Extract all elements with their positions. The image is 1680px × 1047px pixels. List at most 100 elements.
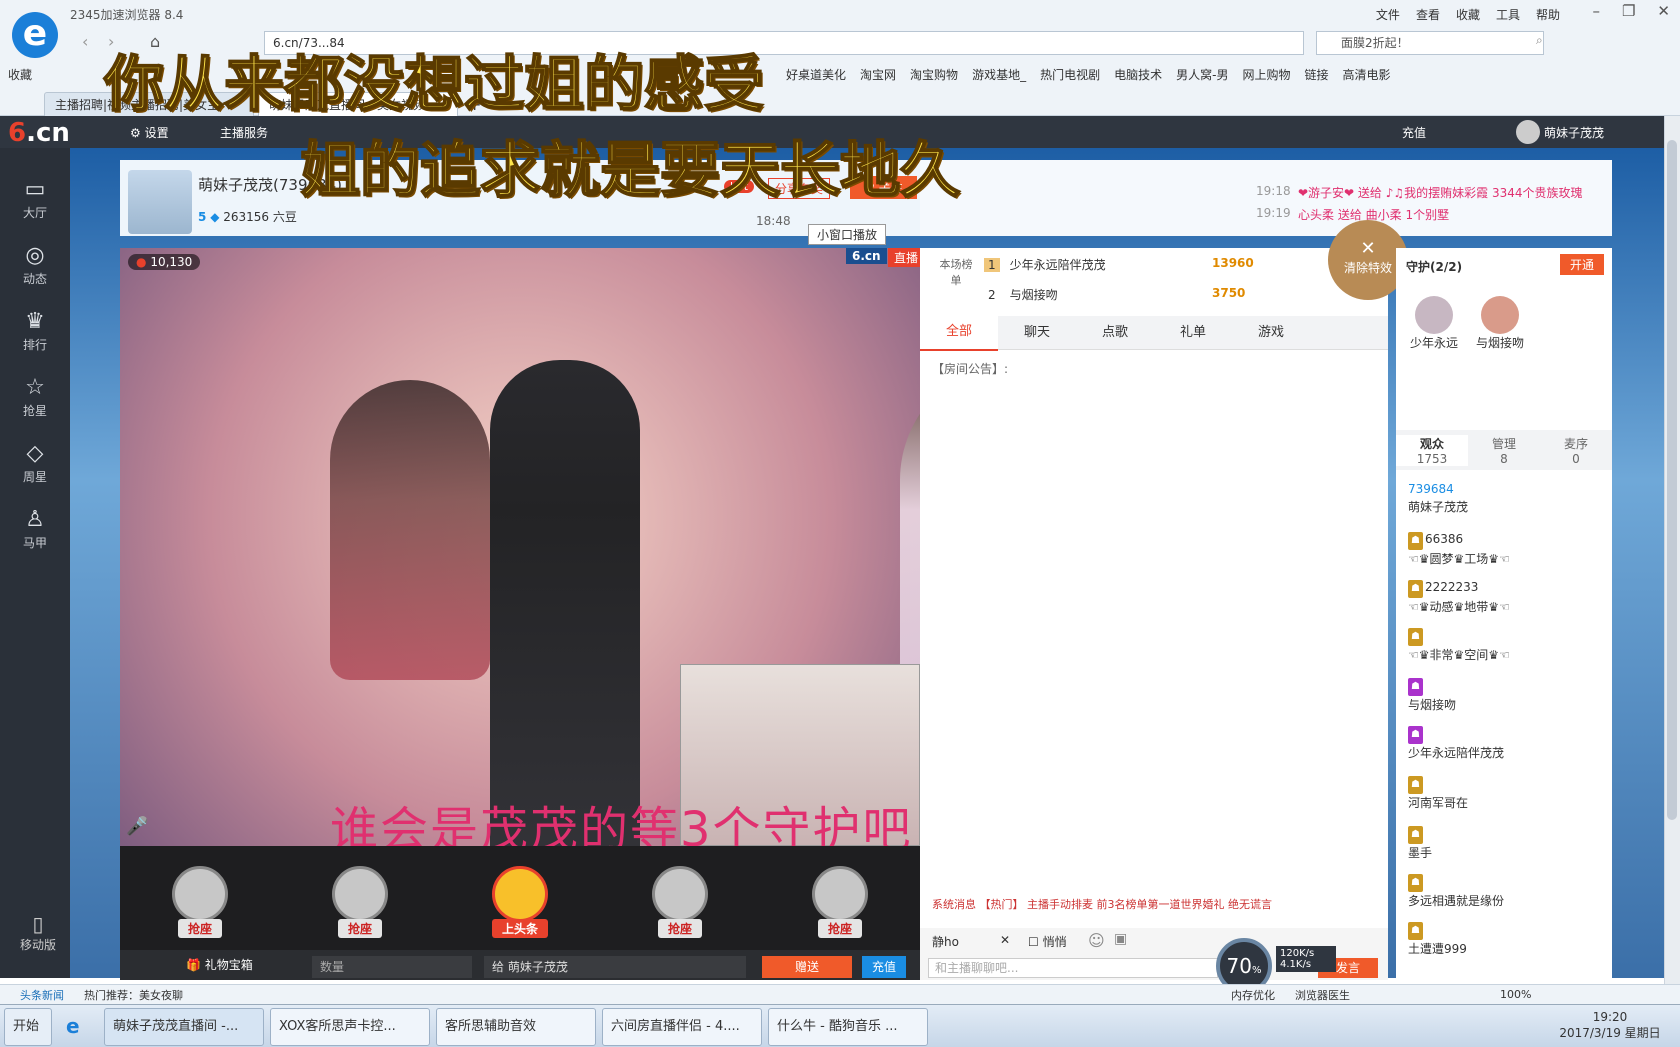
seat-slot[interactable]: 抢座 (635, 858, 725, 938)
guard-member[interactable]: 与烟接吻 (1476, 296, 1524, 351)
memory-optimize[interactable]: 内存优化 (1231, 987, 1275, 1003)
list-item[interactable]: 739684 萌妹子茂茂 (1408, 480, 1604, 516)
recharge-link[interactable]: 充值 (1402, 124, 1426, 141)
tab-mic-queue[interactable]: 麦序 0 (1540, 435, 1612, 466)
bookmark-item[interactable]: 热门电视剧 (1040, 66, 1100, 83)
settings-button[interactable]: ⚙ 设置 (130, 124, 169, 141)
taskbar-item[interactable]: 什么牛 - 酷狗音乐 ... (768, 1008, 928, 1046)
quantity-input[interactable]: 数量 (312, 956, 472, 978)
close-icon[interactable]: ✕ (1657, 2, 1670, 20)
bookmark-item[interactable]: 链接 (1304, 66, 1328, 83)
taskbar-item[interactable]: 六间房直播伴侣 - 4.... (602, 1008, 762, 1046)
speed-readout: 120K/s 4.1K/s (1276, 946, 1336, 972)
mic-icon[interactable]: 🎤 (126, 816, 148, 837)
whisper-checkbox[interactable]: ☐ 悄悄 (1028, 933, 1067, 950)
chat-input[interactable]: 和主播聊聊吧... (928, 958, 1218, 978)
tab-all[interactable]: 全部 (920, 314, 998, 351)
bookmark-item[interactable]: 淘宝购物 (910, 66, 958, 83)
taskbar-item[interactable]: 客所思辅助音效 (436, 1008, 596, 1046)
headline-slot[interactable]: 上头条 (475, 858, 565, 938)
level-badge: ☗ (1408, 580, 1423, 598)
browser-logo-icon[interactable]: e (12, 12, 58, 58)
close-icon[interactable]: ✕ (1000, 933, 1010, 947)
gift-box-button[interactable]: 🎁 礼物宝箱 (186, 956, 253, 973)
menu-view[interactable]: 查看 (1416, 6, 1440, 23)
maximize-icon[interactable]: ❐ (1622, 2, 1635, 20)
tab-admins[interactable]: 管理 8 (1468, 435, 1540, 466)
diamond-icon: ◆ (210, 210, 220, 224)
menu-file[interactable]: 文件 (1376, 6, 1400, 23)
recipient-select[interactable]: 给 萌妹子茂茂 (484, 956, 746, 978)
tab-audience[interactable]: 观众 1753 (1396, 434, 1468, 466)
list-item[interactable]: ☗ ☜♛非常♛空间♛☜ (1408, 626, 1604, 664)
hot-recommend[interactable]: 热门推荐：美女夜聊 (84, 987, 183, 1003)
level-badge: ☗ (1408, 874, 1423, 892)
list-item[interactable]: ☗ 66386 ☜♛圆梦♛工场♛☜ (1408, 530, 1604, 568)
seat-slot[interactable]: 抢座 (155, 858, 245, 938)
taskbar: 开始 e 萌妹子茂茂直播间 -... XOX客所思声卡控... 客所思辅助音效 … (0, 1004, 1680, 1047)
nav-vest[interactable]: ♙ 马甲 (0, 498, 70, 564)
list-item[interactable]: ☗ 2222233 ☜♛动感♛地带♛☜ (1408, 578, 1604, 616)
seat-slot[interactable]: 抢座 (315, 858, 405, 938)
list-item[interactable]: ☗ 墨手 (1408, 824, 1604, 862)
nav-feed[interactable]: ◎ 动态 (0, 234, 70, 300)
mini-player-button[interactable]: 小窗口播放 (808, 224, 887, 245)
bookmark-item[interactable]: 淘宝网 (860, 66, 896, 83)
list-item[interactable]: ☗ 多远相遇就是缘份 (1408, 872, 1604, 910)
back-icon[interactable]: ‹ (82, 32, 88, 51)
news-link[interactable]: 头条新闻 (20, 987, 64, 1003)
user-name[interactable]: 萌妹子茂茂 (1544, 124, 1604, 141)
list-item[interactable]: ☗ 少年永远陪伴茂茂 (1408, 724, 1604, 762)
level-badge: ☗ (1408, 922, 1423, 940)
tab-songs[interactable]: 点歌 (1076, 316, 1154, 350)
image-icon[interactable]: ▣ (1114, 931, 1127, 947)
menu-help[interactable]: 帮助 (1536, 6, 1560, 23)
anchor-service-link[interactable]: 主播服务 (220, 124, 268, 141)
guard-member[interactable]: 少年永远 (1410, 296, 1458, 351)
level-badge: ☗ (1408, 678, 1423, 696)
tab-chat[interactable]: 聊天 (998, 316, 1076, 350)
list-item[interactable]: ☗ 与烟接吻 (1408, 676, 1604, 714)
tab-gifts[interactable]: 礼单 (1154, 316, 1232, 350)
emoji-icon[interactable]: ☺ (1088, 931, 1105, 950)
open-guard-button[interactable]: 开通 (1560, 254, 1605, 275)
start-button[interactable]: 开始 (4, 1008, 52, 1046)
recharge-button[interactable]: 充值 (862, 956, 906, 978)
mobile-version-link[interactable]: ▯ 移动版 (10, 912, 66, 953)
bookmark-item[interactable]: 高清电影 (1342, 66, 1390, 83)
menu-favorites[interactable]: 收藏 (1456, 6, 1480, 23)
user-avatar[interactable] (1516, 120, 1540, 144)
chat-target[interactable]: 静ho (932, 933, 959, 950)
site-logo[interactable]: 6.cn (8, 118, 70, 148)
nav-hall[interactable]: ▭ 大厅 (0, 168, 70, 234)
seat-slot[interactable]: 抢座 (795, 858, 885, 938)
streamer-avatar[interactable] (128, 170, 192, 234)
bookmark-favorites[interactable]: 收藏 (8, 66, 32, 83)
bookmark-item[interactable]: 游戏基地_ (972, 66, 1026, 83)
ie-icon[interactable]: e (58, 1008, 98, 1046)
taskbar-item[interactable]: 萌妹子茂茂直播间 -... (104, 1008, 264, 1046)
search-icon[interactable]: ⌕ (1536, 33, 1543, 48)
taskbar-item[interactable]: XOX客所思声卡控... (270, 1008, 430, 1046)
nav-star[interactable]: ☆ 抢星 (0, 366, 70, 432)
list-item[interactable]: ☗ 土遭遭999 (1408, 920, 1604, 958)
tab-games[interactable]: 游戏 (1232, 316, 1310, 350)
minimize-icon[interactable]: – (1592, 2, 1600, 20)
menu-tools[interactable]: 工具 (1496, 6, 1520, 23)
send-gift-button[interactable]: 赠送 (762, 956, 852, 978)
search-input[interactable]: 面膜2折起！ (1316, 31, 1544, 55)
browser-title: 2345加速浏览器 8.4 (70, 8, 184, 22)
stream-time: 18:48 (756, 214, 791, 228)
browser-doctor[interactable]: 浏览器医生 (1295, 987, 1350, 1003)
clock[interactable]: 19:20 2017/3/19 星期日 (1550, 1010, 1670, 1041)
nav-weekly[interactable]: ◇ 周星 (0, 432, 70, 498)
bookmark-item[interactable]: 网上购物 (1242, 66, 1290, 83)
bookmark-item[interactable]: 电脑技术 (1114, 66, 1162, 83)
bookmark-item[interactable]: 好桌道美化 (786, 66, 846, 83)
zoom-level[interactable]: 100% (1500, 988, 1531, 1001)
room-notice: 【房间公告】: (932, 362, 1009, 376)
list-item[interactable]: ☗ 河南军哥在 (1408, 774, 1604, 812)
scroll-thumb[interactable] (1667, 140, 1677, 820)
bookmark-item[interactable]: 男人窝-男 (1176, 66, 1228, 83)
nav-ranking[interactable]: ♛ 排行 (0, 300, 70, 366)
